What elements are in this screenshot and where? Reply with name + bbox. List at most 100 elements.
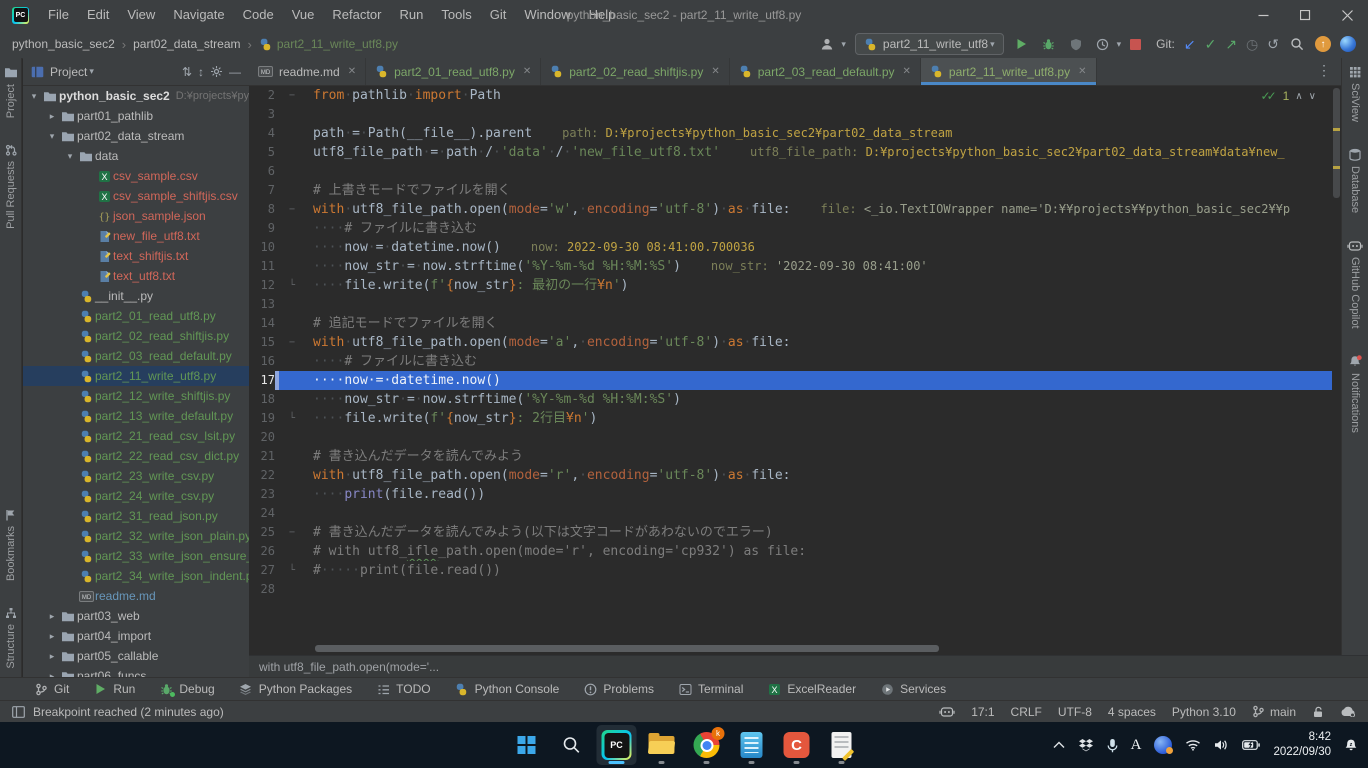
maximize-button[interactable] xyxy=(1284,0,1326,30)
close-tab-icon[interactable]: ✕ xyxy=(348,66,356,77)
focus-assist-icon[interactable]: z xyxy=(1344,738,1358,752)
editor-context-line[interactable]: with utf8_file_path.open(mode='... xyxy=(249,655,1368,677)
run-config-select[interactable]: part2_11_write_utf8 ▾ xyxy=(855,33,1004,55)
settings-sync-icon[interactable] xyxy=(1340,706,1356,717)
toolwindow-button-python-packages[interactable]: Python Packages xyxy=(239,682,352,696)
menu-git[interactable]: Git xyxy=(481,0,516,30)
code-line-2[interactable]: 2−from·pathlib·import·Path xyxy=(249,86,1332,105)
tree-item-part2_11_write_utf8.py[interactable]: part2_11_write_utf8.py xyxy=(23,366,249,386)
toolwindow-button-run[interactable]: Run xyxy=(93,682,135,696)
fold-marker-icon[interactable]: └ xyxy=(275,409,313,428)
tree-item-part05_callable[interactable]: ▸part05_callable xyxy=(23,646,249,666)
tree-item-part2_32_write_json_plain.py[interactable]: part2_32_write_json_plain.py xyxy=(23,526,249,546)
taskbar-chrome-icon[interactable]: k xyxy=(687,725,727,765)
toolwindow-button-git[interactable]: Git xyxy=(34,682,69,696)
toolwindow-button-services[interactable]: Services xyxy=(880,682,946,696)
copilot-status-icon[interactable] xyxy=(939,705,955,718)
horizontal-scrollbar[interactable] xyxy=(315,645,939,652)
tool-window-layout-icon[interactable] xyxy=(12,706,25,718)
code-line-22[interactable]: 22with·utf8_file_path.open(mode='r',·enc… xyxy=(249,466,1332,485)
code-line-12[interactable]: 12└····file.write(f'{now_str}: 最初の一行¥n') xyxy=(249,276,1332,295)
microphone-icon[interactable] xyxy=(1107,738,1118,753)
code-line-14[interactable]: 14# 追記モードでファイルを開く xyxy=(249,314,1332,333)
tab-readme.md[interactable]: MDreadme.md✕ xyxy=(249,58,366,85)
git-update-button[interactable]: ↙ xyxy=(1184,35,1196,53)
code-line-18[interactable]: 18····now_str·=·now.strftime('%Y-%m-%d %… xyxy=(249,390,1332,409)
battery-icon[interactable] xyxy=(1242,740,1260,750)
code-line-5[interactable]: 5utf8_file_path·=·path·/·'data'·/·'new_f… xyxy=(249,143,1332,162)
project-panel-title[interactable]: Project xyxy=(50,65,87,79)
code-line-7[interactable]: 7# 上書きモードでファイルを開く xyxy=(249,181,1332,200)
code-line-13[interactable]: 13 xyxy=(249,295,1332,314)
fold-marker-icon[interactable]: − xyxy=(275,523,313,542)
chevron-right-icon[interactable]: ▸ xyxy=(45,631,59,642)
breadcrumb-item[interactable]: part02_data_stream xyxy=(133,37,240,51)
hide-panel-icon[interactable]: — xyxy=(229,65,241,79)
toolwindow-button-excelreader[interactable]: XExcelReader xyxy=(767,682,856,696)
ide-update-icon[interactable]: ↑ xyxy=(1315,36,1331,52)
expand-all-icon[interactable]: ⇅ xyxy=(182,65,192,79)
tree-item-part2_21_read_csv_lsit.py[interactable]: part2_21_read_csv_lsit.py xyxy=(23,426,249,446)
caret-position[interactable]: 17:1 xyxy=(971,705,994,719)
menu-file[interactable]: File xyxy=(39,0,78,30)
stripe-button-github-copilot[interactable]: GitHub Copilot xyxy=(1347,239,1363,329)
close-tab-icon[interactable]: ✕ xyxy=(711,66,719,77)
menu-refactor[interactable]: Refactor xyxy=(323,0,390,30)
menu-view[interactable]: View xyxy=(118,0,164,30)
tree-item-part2_12_write_shiftjis.py[interactable]: part2_12_write_shiftjis.py xyxy=(23,386,249,406)
vertical-scrollbar[interactable] xyxy=(1332,86,1341,655)
fold-marker-icon[interactable]: − xyxy=(275,333,313,352)
minimize-button[interactable] xyxy=(1242,0,1284,30)
code-line-17[interactable]: 17····now·=·datetime.now() xyxy=(249,371,1332,390)
ime-indicator[interactable]: A xyxy=(1131,737,1142,754)
run-button[interactable] xyxy=(1013,35,1031,53)
line-separator[interactable]: CRLF xyxy=(1011,705,1042,719)
indent-style[interactable]: 4 spaces xyxy=(1108,705,1156,719)
git-push-button[interactable]: ↗ xyxy=(1225,35,1237,53)
tab-part2_11_write_utf8.py[interactable]: part2_11_write_utf8.py✕ xyxy=(921,58,1097,85)
tree-item-part06_funcs[interactable]: ▸part06_funcs xyxy=(23,666,249,677)
volume-icon[interactable] xyxy=(1214,739,1229,751)
stop-button[interactable] xyxy=(1130,39,1141,50)
fold-marker-icon[interactable]: − xyxy=(275,86,313,105)
tray-sphere-icon[interactable] xyxy=(1154,736,1172,754)
tree-item-part2_03_read_default.py[interactable]: part2_03_read_default.py xyxy=(23,346,249,366)
tree-item-part2_24_write_csv.py[interactable]: part2_24_write_csv.py xyxy=(23,486,249,506)
search-everywhere-button[interactable] xyxy=(1288,35,1306,53)
taskbar-clock[interactable]: 8:42 2022/09/30 xyxy=(1273,730,1331,760)
tree-item-part2_23_write_csv.py[interactable]: part2_23_write_csv.py xyxy=(23,466,249,486)
chevron-right-icon[interactable]: ▸ xyxy=(45,111,59,122)
breadcrumb-item[interactable]: part2_11_write_utf8.py xyxy=(259,37,398,51)
tree-item-data[interactable]: ▾data xyxy=(23,146,249,166)
menu-navigate[interactable]: Navigate xyxy=(164,0,233,30)
gear-icon[interactable] xyxy=(210,65,223,78)
tree-item-new_file_utf8.txt[interactable]: new_file_utf8.txt xyxy=(23,226,249,246)
close-tab-icon[interactable]: ✕ xyxy=(523,66,531,77)
tree-item-part2_02_read_shiftjis.py[interactable]: part2_02_read_shiftjis.py xyxy=(23,326,249,346)
taskbar-explorer-icon[interactable] xyxy=(642,725,682,765)
status-message[interactable]: Breakpoint reached (2 minutes ago) xyxy=(33,705,224,719)
code-line-21[interactable]: 21# 書き込んだデータを読んでみよう xyxy=(249,447,1332,466)
fold-marker-icon[interactable]: └ xyxy=(275,561,313,580)
file-encoding[interactable]: UTF-8 xyxy=(1058,705,1092,719)
taskbar-pycharm-icon[interactable]: PC xyxy=(597,725,637,765)
dropbox-icon[interactable] xyxy=(1078,738,1094,752)
coverage-button[interactable] xyxy=(1067,35,1085,53)
collapse-all-icon[interactable]: ↕ xyxy=(198,65,204,79)
toolwindow-button-terminal[interactable]: Terminal xyxy=(678,682,743,696)
fold-marker-icon[interactable]: − xyxy=(275,200,313,219)
stripe-button-notifications[interactable]: Notifications xyxy=(1348,355,1362,433)
code-line-24[interactable]: 24 xyxy=(249,504,1332,523)
git-rollback-button[interactable]: ↺ xyxy=(1267,35,1279,53)
code-line-11[interactable]: 11····now_str·=·now.strftime('%Y-%m-%d %… xyxy=(249,257,1332,276)
tree-item-part01_pathlib[interactable]: ▸part01_pathlib xyxy=(23,106,249,126)
code-line-6[interactable]: 6 xyxy=(249,162,1332,181)
code-line-16[interactable]: 16····# ファイルに書き込む xyxy=(249,352,1332,371)
tree-item-part04_import[interactable]: ▸part04_import xyxy=(23,626,249,646)
code-line-10[interactable]: 10····now·=·datetime.now()now: 2022-09-3… xyxy=(249,238,1332,257)
code-line-9[interactable]: 9····# ファイルに書き込む xyxy=(249,219,1332,238)
stripe-button-structure[interactable]: Structure xyxy=(5,607,17,669)
close-tab-icon[interactable]: ✕ xyxy=(903,66,911,77)
tab-part2_01_read_utf8.py[interactable]: part2_01_read_utf8.py✕ xyxy=(366,58,541,85)
tree-item-text_utf8.txt[interactable]: text_utf8.txt xyxy=(23,266,249,286)
